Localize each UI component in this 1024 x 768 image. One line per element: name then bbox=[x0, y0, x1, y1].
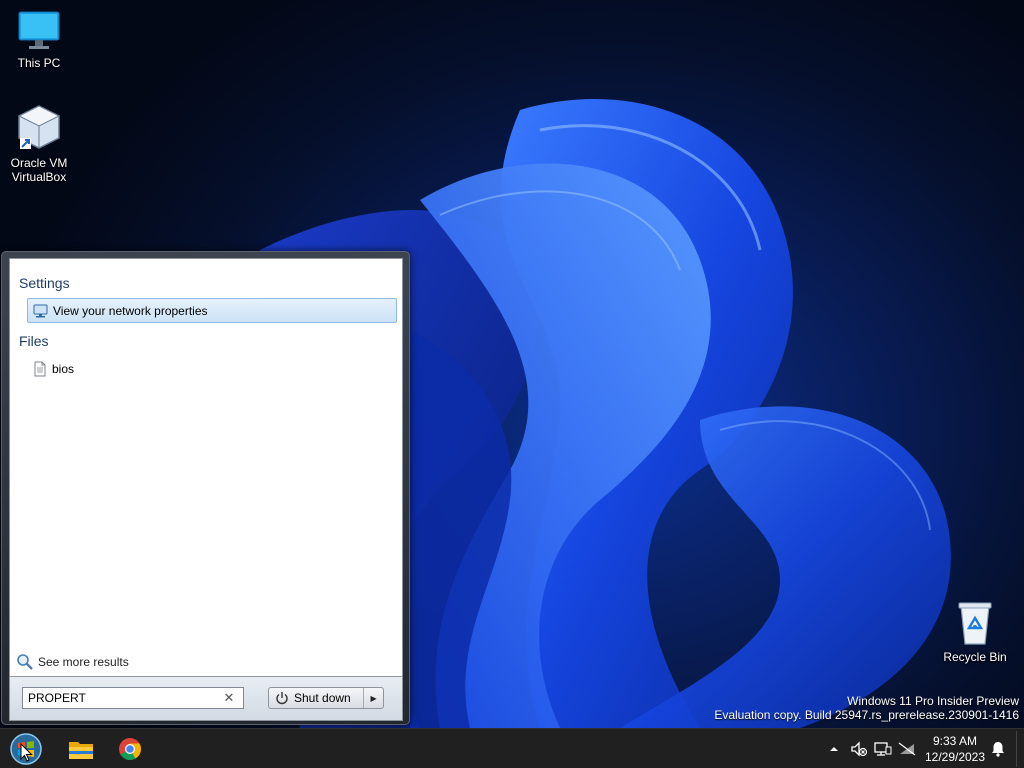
results-group-settings-title: Settings bbox=[19, 275, 70, 291]
desktop-icon-this-pc[interactable]: This PC bbox=[1, 10, 77, 70]
speaker-muted-icon bbox=[851, 741, 868, 757]
evaluation-watermark: Windows 11 Pro Insider Preview Evaluatio… bbox=[714, 694, 1019, 722]
virtualbox-icon bbox=[17, 105, 61, 149]
desktop-icon-recycle-bin[interactable]: Recycle Bin bbox=[937, 600, 1013, 664]
desktop-icon-virtualbox[interactable]: Oracle VM VirtualBox bbox=[1, 104, 77, 184]
show-hidden-icons-button[interactable] bbox=[826, 729, 842, 768]
taskbar-clock[interactable]: 9:33 AM 12/29/2023 bbox=[920, 733, 990, 765]
chrome-icon bbox=[119, 738, 141, 760]
result-bios-file[interactable]: bios bbox=[27, 356, 397, 381]
start-search-box[interactable]: ✕ bbox=[22, 687, 244, 709]
result-label: bios bbox=[52, 361, 75, 376]
see-more-results-link[interactable]: See more results bbox=[16, 653, 129, 671]
watermark-line-2: Evaluation copy. Build 25947.rs_prerelea… bbox=[714, 708, 1019, 722]
tray-network[interactable] bbox=[872, 729, 894, 768]
results-group-files-title: Files bbox=[19, 333, 49, 349]
search-icon bbox=[17, 654, 33, 670]
result-view-network-properties[interactable]: View your network properties bbox=[27, 298, 397, 323]
battery-icon bbox=[898, 742, 916, 756]
tray-battery[interactable] bbox=[896, 729, 918, 768]
start-search-input[interactable] bbox=[23, 689, 219, 707]
clear-search-icon[interactable]: ✕ bbox=[219, 690, 239, 706]
search-results-pane: Settings View your network properties Fi… bbox=[9, 258, 403, 677]
recycle-bin-icon bbox=[958, 602, 992, 645]
start-menu-footer: ✕ Shut down ▶ bbox=[9, 677, 403, 721]
desktop-icon-label: Oracle VM VirtualBox bbox=[10, 156, 68, 184]
shutdown-button-group: Shut down ▶ bbox=[268, 687, 384, 709]
shutdown-label: Shut down bbox=[294, 691, 351, 705]
show-desktop-button[interactable] bbox=[1016, 731, 1024, 767]
file-explorer-icon bbox=[69, 742, 93, 759]
shutdown-button[interactable]: Shut down bbox=[269, 688, 365, 708]
document-icon bbox=[34, 361, 46, 376]
mouse-cursor-icon bbox=[20, 743, 33, 762]
desktop-icon-label: Recycle Bin bbox=[943, 650, 1007, 664]
shutdown-options-arrow[interactable]: ▶ bbox=[364, 694, 383, 703]
taskbar-chrome[interactable] bbox=[110, 731, 150, 767]
clock-time: 9:33 AM bbox=[932, 734, 978, 748]
start-menu: Settings View your network properties Fi… bbox=[1, 251, 410, 725]
chevron-up-icon bbox=[830, 747, 838, 751]
result-label: View your network properties bbox=[53, 303, 208, 318]
tray-volume[interactable] bbox=[848, 729, 870, 768]
notification-center-button[interactable] bbox=[988, 729, 1008, 768]
power-icon bbox=[276, 692, 288, 705]
see-more-label: See more results bbox=[38, 655, 129, 669]
clock-date: 12/29/2023 bbox=[924, 750, 986, 764]
monitor-icon bbox=[18, 11, 60, 49]
network-icon bbox=[874, 742, 892, 756]
desktop-icon-label: This PC bbox=[17, 56, 61, 70]
taskbar-file-explorer[interactable] bbox=[61, 731, 101, 767]
taskbar: 9:33 AM 12/29/2023 bbox=[0, 728, 1024, 768]
notification-bell-icon bbox=[992, 742, 1004, 757]
network-icon bbox=[33, 304, 48, 317]
watermark-line-1: Windows 11 Pro Insider Preview bbox=[847, 694, 1019, 708]
